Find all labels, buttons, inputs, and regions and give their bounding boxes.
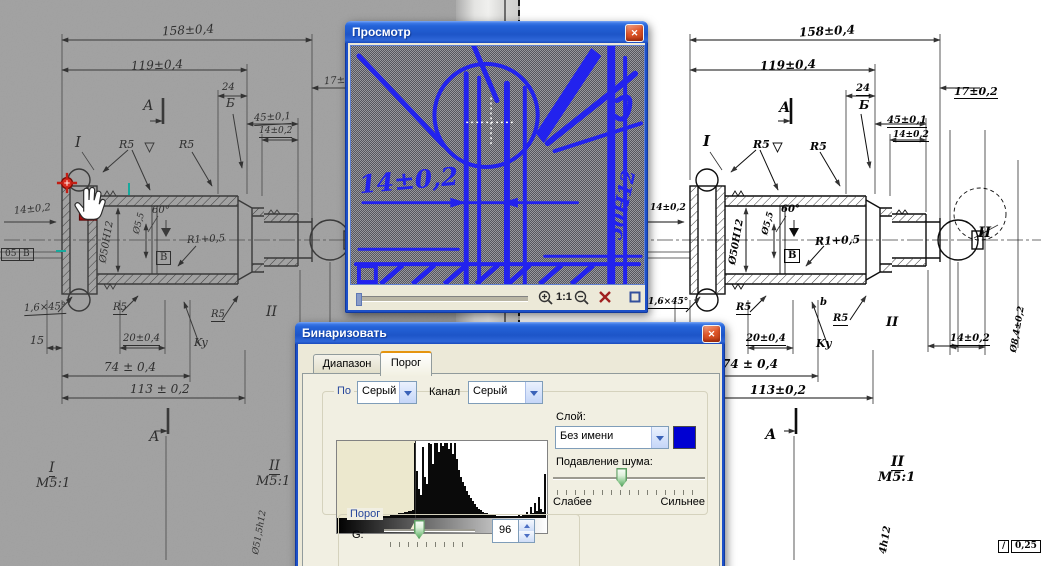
binarized-preview-lines [351,46,644,284]
preview-zoom-slider-thumb[interactable] [356,293,362,306]
hand-cursor-icon [72,178,106,224]
layer-color-swatch[interactable] [673,426,696,449]
by-select[interactable]: Серый [357,381,417,404]
threshold-group-label: Порог [347,508,383,520]
preview-title: Просмотр [345,25,411,39]
zoom-out-icon[interactable] [572,288,590,306]
binarize-title: Бинаризовать [295,326,387,340]
tab-threshold[interactable]: Порог [380,351,432,376]
tab-range[interactable]: Диапазон [313,354,381,374]
noise-slider[interactable] [553,468,705,496]
g-slider-ticks [390,542,469,547]
registration-mark [56,250,66,252]
spinner-up-icon[interactable] [519,520,534,531]
noise-weaker-label: Слабее [553,496,592,508]
histogram-bars [338,443,546,518]
close-icon[interactable]: ✕ [702,325,721,343]
noise-stronger-label: Сильнее [652,496,705,508]
preview-client: 14±0,2 50Н12 1:1 [348,43,645,310]
histogram-threshold-line [415,441,416,518]
binarize-client: Диапазон Порог По Серый Канал Серый [298,344,722,566]
cancel-icon[interactable] [596,288,614,306]
chevron-down-icon[interactable] [525,382,542,403]
binarize-dialog: Бинаризовать ✕ Диапазон Порог По Серый К… [295,322,725,566]
threshold-spinner[interactable]: 96 [492,519,535,543]
preview-zoom-slider[interactable] [356,296,528,302]
by-group-label: По [334,385,354,397]
noise-slider-groove [553,477,705,480]
by-select-value: Серый [358,382,399,403]
channel-select-value: Серый [469,382,525,403]
close-icon[interactable]: ✕ [625,24,644,42]
histogram-bar [544,474,546,518]
layer-label: Слой: [556,411,586,423]
g-channel-label: G: [352,529,364,541]
threshold-value: 96 [493,520,518,542]
g-slider-groove [384,529,475,532]
g-threshold-slider[interactable] [384,520,475,548]
preview-image[interactable]: 14±0,2 50Н12 [350,45,645,285]
noise-slider-ticks [557,490,701,495]
layer-select[interactable]: Без имени [555,426,669,449]
noise-slider-thumb[interactable] [616,468,627,487]
binarize-titlebar[interactable]: Бинаризовать ✕ [295,322,725,344]
chevron-down-icon[interactable] [399,382,416,403]
noise-label: Подавление шума: [556,456,653,468]
channel-label: Канал [429,386,460,398]
preview-window: Просмотр ✕ [345,21,648,313]
zoom-in-icon[interactable] [536,288,554,306]
channel-select[interactable]: Серый [468,381,543,404]
preview-titlebar[interactable]: Просмотр ✕ [345,21,648,43]
threshold-tab-panel: По Серый Канал Серый Слой: [302,373,720,566]
preview-toolbar: 1:1 [350,286,643,310]
layer-select-value: Без имени [556,427,651,448]
registration-mark [128,183,130,195]
g-slider-thumb[interactable] [414,520,425,539]
spinner-down-icon[interactable] [519,531,534,542]
stop-icon[interactable] [626,288,644,306]
screen: 158±0,4119±0,424Б45±0,114±0,217±0,2АIR5R… [0,0,1041,566]
chevron-down-icon[interactable] [651,427,668,448]
actual-size-button[interactable]: 1:1 [556,291,572,303]
